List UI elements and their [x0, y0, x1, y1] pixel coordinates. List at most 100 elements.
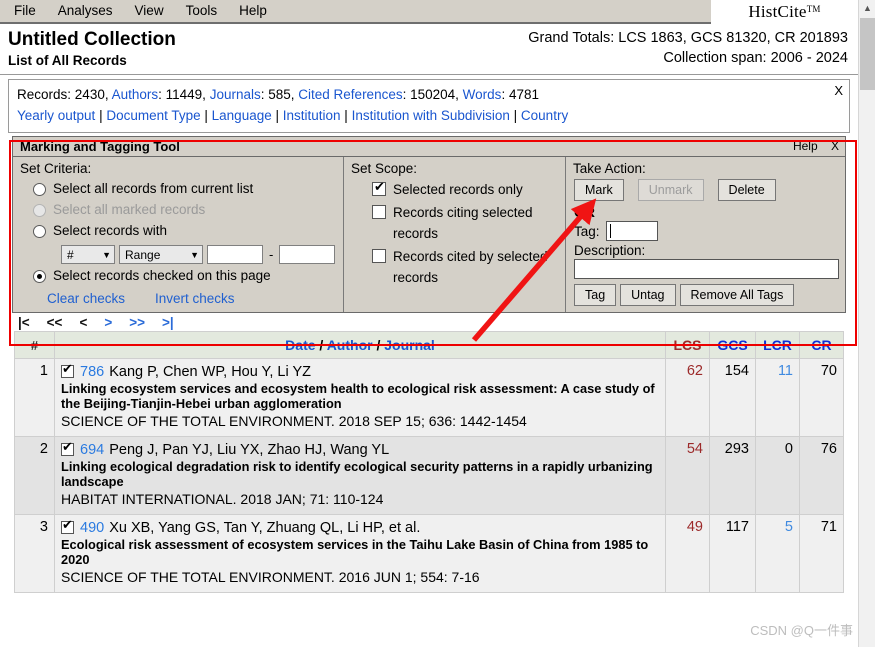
- tag-button[interactable]: Tag: [574, 284, 617, 306]
- record-id-link[interactable]: 786: [80, 364, 104, 380]
- clear-checks-link[interactable]: Clear checks: [47, 291, 125, 306]
- menu-item-view[interactable]: View: [124, 0, 175, 23]
- scope-option-citing-selected[interactable]: Records citing selected records: [350, 202, 559, 244]
- link-language[interactable]: Language: [212, 108, 272, 123]
- range-from-input[interactable]: [207, 245, 263, 264]
- menu-item-analyses[interactable]: Analyses: [47, 0, 124, 23]
- mark-button[interactable]: Mark: [574, 179, 624, 201]
- field-select-value: #: [67, 247, 74, 262]
- link-yearly-output[interactable]: Yearly output: [17, 108, 95, 123]
- untag-button[interactable]: Untag: [620, 284, 676, 306]
- checkbox-icon-citing-selected[interactable]: [371, 205, 386, 219]
- column-header-author[interactable]: Author: [327, 337, 373, 353]
- tag-input[interactable]: [605, 221, 658, 241]
- column-header-journal[interactable]: Journal: [384, 337, 435, 353]
- scope-label-cited-by-selected: Records cited by selected records: [392, 249, 548, 285]
- watermark: CSDN @Q一件事: [750, 623, 853, 638]
- column-header-date[interactable]: Date: [285, 337, 315, 353]
- marking-tool-close-icon[interactable]: X: [831, 139, 839, 153]
- record-checkbox-icon[interactable]: [61, 440, 74, 456]
- menu-item-help[interactable]: Help: [228, 0, 278, 23]
- record-checkbox-icon[interactable]: [61, 362, 74, 378]
- mode-select[interactable]: Range ▼: [119, 245, 203, 264]
- criteria-option-all-current-list[interactable]: Select all records from current list: [33, 179, 337, 199]
- record-line-authors: 694 Peng J, Pan YJ, Liu YX, Zhao HJ, Wan…: [61, 440, 659, 458]
- checkbox-icon-selected-only[interactable]: [371, 180, 386, 196]
- link-document-type[interactable]: Document Type: [106, 108, 200, 123]
- pager-first[interactable]: |<: [18, 315, 30, 330]
- pager-prev-block[interactable]: <<: [47, 315, 63, 330]
- close-icon[interactable]: X: [834, 83, 843, 98]
- row-cr-value: 76: [799, 436, 844, 515]
- stats-counts: Records: 2430, Authors: 11449, Journals:…: [17, 85, 841, 105]
- row-lcs-value: 54: [665, 436, 710, 515]
- column-header-gcs[interactable]: GCS: [709, 331, 756, 359]
- delete-button[interactable]: Delete: [717, 179, 776, 201]
- tag-label: Tag:: [574, 223, 600, 239]
- record-authors: Xu XB, Yang GS, Tan Y, Zhuang QL, Li HP,…: [109, 520, 421, 536]
- radio-icon-checked-on-page[interactable]: [33, 269, 46, 283]
- checkbox-icon-cited-by-selected[interactable]: [371, 249, 386, 263]
- criteria-option-records-with[interactable]: Select records with: [33, 221, 337, 241]
- link-institution-with-subdivision[interactable]: Institution with Subdivision: [352, 108, 510, 123]
- scroll-up-icon[interactable]: ▲: [859, 0, 875, 17]
- marking-tool-header: Marking and Tagging Tool Help X: [13, 137, 845, 157]
- row-cr-value: 71: [799, 514, 844, 593]
- column-header-date-author-journal: Date / Author / Journal: [54, 331, 666, 359]
- criteria-check-links: Clear checks Invert checks: [47, 291, 337, 306]
- pagination-controls: |< << < > >> >|: [0, 313, 858, 331]
- words-value: : 4781: [501, 87, 539, 102]
- field-select[interactable]: # ▼: [61, 245, 115, 264]
- row-content: 786 Kang P, Chen WP, Hou Y, Li YZ Linkin…: [54, 358, 666, 437]
- chevron-down-icon: ▼: [190, 249, 199, 260]
- scope-option-cited-by-selected[interactable]: Records cited by selected records: [350, 246, 559, 288]
- grand-totals: Grand Totals: LCS 1863, GCS 81320, CR 20…: [528, 30, 848, 46]
- column-header-lcs[interactable]: LCS: [665, 331, 710, 359]
- row-lcr-value[interactable]: 11: [755, 358, 800, 437]
- pager-prev[interactable]: <: [79, 315, 87, 330]
- menu-item-tools[interactable]: Tools: [175, 0, 229, 23]
- row-lcr-value[interactable]: 5: [755, 514, 800, 593]
- scope-label-citing-selected: Records citing selected records: [392, 205, 533, 241]
- cited-references-link[interactable]: Cited References: [298, 87, 402, 102]
- window-scrollbar[interactable]: ▲: [858, 0, 875, 647]
- column-header-lcr[interactable]: LCR: [755, 331, 800, 359]
- mode-select-value: Range: [125, 247, 161, 262]
- criteria-range-row: # ▼ Range ▼ -: [61, 245, 337, 264]
- logo-trademark: TM: [806, 4, 821, 14]
- invert-checks-link[interactable]: Invert checks: [155, 291, 235, 306]
- record-id-link[interactable]: 694: [80, 442, 104, 458]
- record-authors: Peng J, Pan YJ, Liu YX, Zhao HJ, Wang YL: [109, 442, 390, 458]
- range-to-input[interactable]: [279, 245, 336, 264]
- remove-all-tags-button[interactable]: Remove All Tags: [679, 284, 795, 306]
- marking-tool-help-link[interactable]: Help: [793, 139, 818, 153]
- record-checkbox-icon[interactable]: [61, 518, 74, 534]
- authors-link[interactable]: Authors: [112, 87, 159, 102]
- column-header-cr[interactable]: CR: [799, 331, 844, 359]
- record-source: SCIENCE OF THE TOTAL ENVIRONMENT. 2018 S…: [61, 413, 527, 429]
- scope-option-selected-only[interactable]: Selected records only: [350, 179, 559, 200]
- record-title: Linking ecosystem services and ecosystem…: [61, 381, 655, 411]
- unmark-button: Unmark: [637, 179, 704, 201]
- description-label: Description:: [574, 243, 646, 258]
- record-id-link[interactable]: 490: [80, 520, 104, 536]
- criteria-option-checked-on-page[interactable]: Select records checked on this page: [33, 266, 337, 286]
- description-input[interactable]: [574, 259, 839, 279]
- radio-icon-all-current-list[interactable]: [33, 182, 46, 196]
- table-row: 3 490 Xu XB, Yang GS, Tan Y, Zhuang QL, …: [14, 514, 844, 593]
- words-link[interactable]: Words: [463, 87, 502, 102]
- radio-icon-records-with[interactable]: [33, 224, 46, 238]
- collection-span: Collection span: 2006 - 2024: [663, 50, 848, 66]
- record-title: Linking ecological degradation risk to i…: [61, 459, 653, 489]
- records-table: # Date / Author / Journal LCS GCS LCR CR: [14, 331, 844, 593]
- set-scope-column: Set Scope: Selected records only Records…: [344, 157, 566, 312]
- pager-next-block[interactable]: >>: [129, 315, 145, 330]
- pager-last[interactable]: >|: [162, 315, 174, 330]
- criteria-option-all-marked: Select all marked records: [33, 200, 337, 220]
- link-institution[interactable]: Institution: [283, 108, 341, 123]
- journals-link[interactable]: Journals: [210, 87, 261, 102]
- pager-next[interactable]: >: [104, 315, 112, 330]
- scrollbar-thumb[interactable]: [860, 18, 875, 90]
- menu-item-file[interactable]: File: [0, 0, 47, 23]
- link-country[interactable]: Country: [521, 108, 568, 123]
